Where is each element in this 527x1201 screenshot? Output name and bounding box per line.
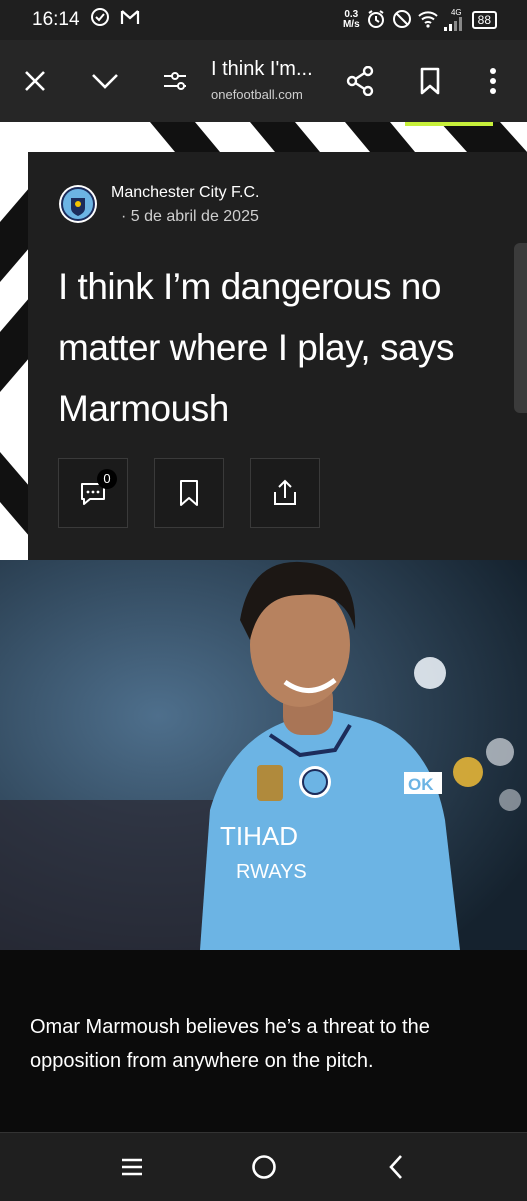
web-content: Manchester City F.C. · 5 de abril de 202… <box>0 122 527 1132</box>
menu-icon <box>122 1158 142 1176</box>
back-button[interactable] <box>374 1147 418 1187</box>
page-title-block[interactable]: I think I'm... onefootball.com <box>211 58 336 102</box>
comment-count-badge: 0 <box>97 469 117 489</box>
wifi-icon <box>417 10 438 31</box>
page-title: I think I'm... <box>211 58 313 80</box>
comments-button[interactable]: 0 <box>58 458 128 528</box>
share-article-button[interactable] <box>250 458 320 528</box>
alarm-icon <box>366 9 386 32</box>
status-bar: 16:14 0.3 M/s 4G 88 <box>0 0 527 40</box>
system-nav-bar <box>0 1132 527 1201</box>
share-upload-icon <box>274 479 296 505</box>
article-header-card: Manchester City F.C. · 5 de abril de 202… <box>28 152 527 560</box>
more-options-button[interactable] <box>470 58 516 104</box>
chevron-down-icon <box>92 74 118 89</box>
clock: 16:14 <box>32 9 80 30</box>
chevron-left-icon <box>389 1155 402 1179</box>
battery-indicator: 88 <box>471 11 497 29</box>
article-image: TIHAD RWAYS OK <box>0 560 527 950</box>
shirt-sponsor-text-2: RWAYS <box>236 861 307 883</box>
bookmark-icon <box>420 67 440 95</box>
collapse-button[interactable] <box>82 58 128 104</box>
share-button[interactable] <box>337 58 383 104</box>
club-logo[interactable] <box>58 184 98 224</box>
gmail-icon <box>120 8 140 32</box>
tune-icon <box>164 72 186 90</box>
page-url: onefootball.com <box>211 87 303 102</box>
article-summary: Omar Marmoush believes he’s a threat to … <box>30 1016 430 1072</box>
article-headline: I think I’m dangerous no matter where I … <box>58 266 455 429</box>
scrollbar-handle[interactable] <box>514 243 527 413</box>
decorative-pattern-left <box>0 122 30 562</box>
progress-accent <box>405 122 493 126</box>
source-name[interactable]: Manchester City F.C. <box>111 184 259 202</box>
bookmark-button[interactable] <box>407 58 453 104</box>
home-circle-icon <box>252 1155 276 1179</box>
home-button[interactable] <box>242 1147 286 1187</box>
save-article-button[interactable] <box>154 458 224 528</box>
decorative-pattern-top <box>0 122 527 152</box>
close-button[interactable] <box>12 58 58 104</box>
site-settings-button[interactable] <box>152 58 198 104</box>
signal-icon: 4G <box>443 9 462 31</box>
recents-button[interactable] <box>110 1147 154 1187</box>
shirt-sponsor-text: TIHAD <box>220 821 298 851</box>
close-icon <box>25 71 45 91</box>
check-circle-icon <box>90 7 110 33</box>
do-not-disturb-icon <box>392 9 412 32</box>
share-icon <box>346 66 374 96</box>
more-vert-icon <box>490 68 496 94</box>
publish-date: · 5 de abril de 2025 <box>121 208 259 225</box>
browser-toolbar: I think I'm... onefootball.com <box>0 40 527 122</box>
bookmark-icon <box>180 480 198 506</box>
sleeve-sponsor-text: OK <box>408 775 434 794</box>
network-speed: 0.3 M/s <box>342 9 360 30</box>
